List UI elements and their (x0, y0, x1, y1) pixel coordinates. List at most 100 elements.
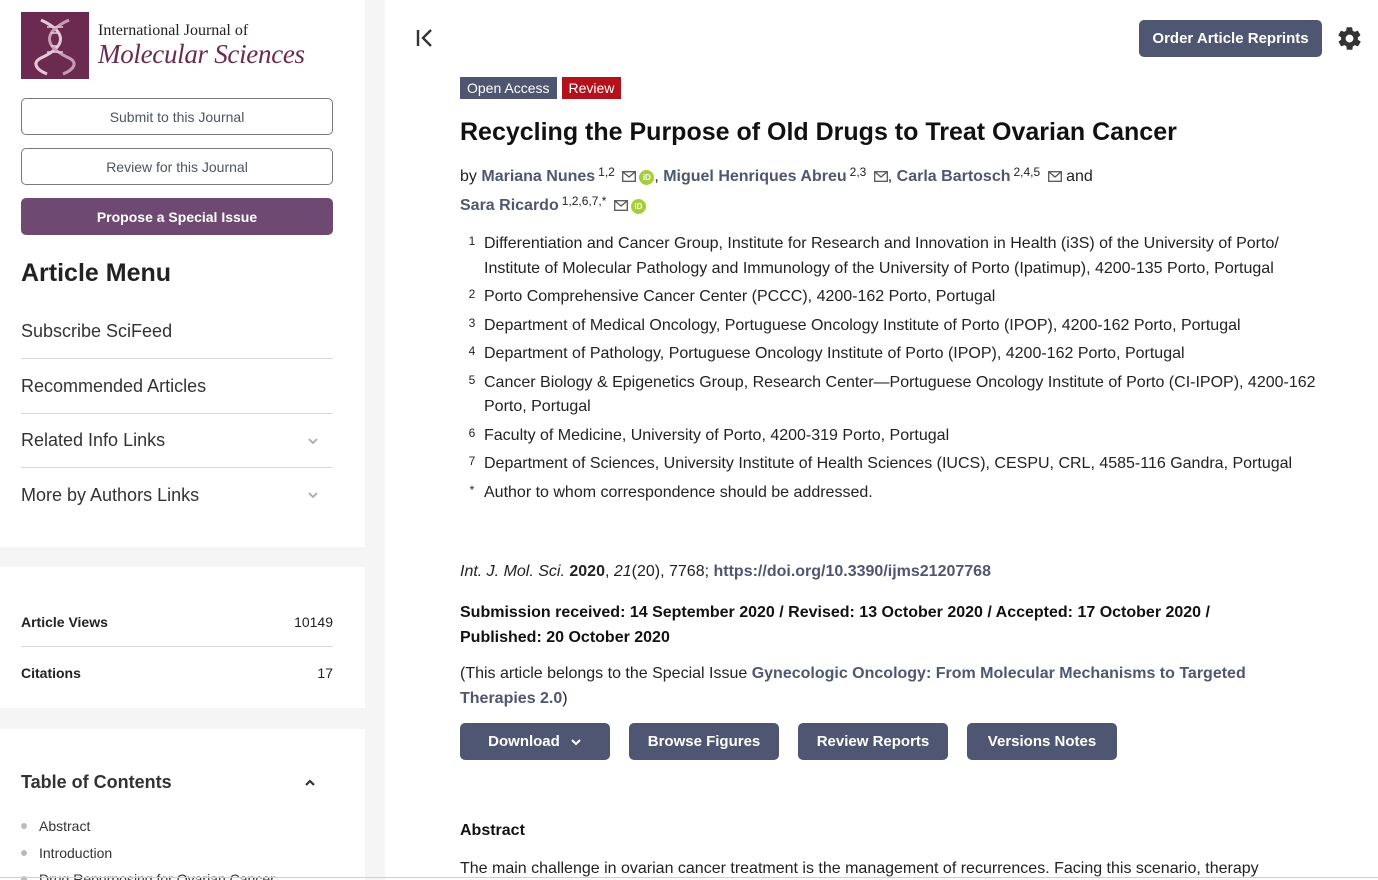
affiliation-number: * (469, 482, 475, 497)
affiliations-list: 1 Differentiation and Cancer Group, Insti… (460, 232, 1320, 509)
orcid-icon[interactable]: iD (630, 199, 646, 214)
menu-item-label: Subscribe SciFeed (21, 321, 173, 341)
affiliation-number: 1 (468, 234, 476, 248)
author-affil-sup: 1,2 (598, 165, 615, 179)
affiliation-item: 2 Porto Comprehensive Cancer Center (PCCC… (460, 285, 1320, 310)
download-button[interactable]: Download (460, 723, 610, 760)
special-issue-suffix: ) (562, 690, 568, 707)
citation-volume: 21 (613, 563, 632, 580)
affiliation-item: 5 Cancer Biology & Epigenetics Group, Res… (460, 371, 1320, 420)
chevron-up-icon[interactable] (302, 775, 318, 791)
menu-item-recommended-articles[interactable]: Recommended Articles (21, 360, 333, 414)
article-badges: Open Access Review (460, 77, 622, 99)
author-link-nunes[interactable]: Mariana Nunes (481, 168, 595, 185)
author-link-abreu[interactable]: Miguel Henriques Abreu (663, 168, 846, 185)
publication-dates: Submission received: 14 September 2020 /… (460, 604, 1210, 646)
download-label: Download (488, 733, 560, 750)
toc-item-label: Drug Repurposing for Ovarian Cancer (39, 871, 275, 880)
review-for-journal-button[interactable]: Review for this Journal (21, 148, 333, 185)
stat-value: 17 (317, 665, 333, 681)
mail-icon[interactable] (613, 200, 628, 211)
affiliation-item: 6 Faculty of Medicine, University of Port… (460, 424, 1320, 449)
logo-line1: International Journal of (98, 22, 249, 39)
author-link-ricardo[interactable]: Sara Ricardo (460, 197, 559, 214)
author-affil-sup: 1,2,6,7,* (561, 194, 607, 208)
affiliation-text: Department of Pathology, Portuguese Onco… (484, 345, 1185, 362)
affiliation-text: Cancer Biology & Epigenetics Group, Rese… (484, 373, 1316, 416)
affiliation-number: 6 (468, 425, 476, 440)
menu-item-more-by-authors-links[interactable]: More by Authors Links (21, 468, 333, 522)
menu-item-label: Recommended Articles (21, 376, 207, 396)
special-issue-note: (This article belongs to the Special Iss… (460, 661, 1320, 711)
affiliation-number: 5 (468, 372, 476, 387)
doi-link[interactable]: https://doi.org/10.3390/ijms21207768 (714, 563, 991, 580)
divider (0, 877, 1378, 878)
affiliation-text: Differentiation and Cancer Group, Instit… (484, 235, 1279, 277)
toc-title[interactable]: Table of Contents (21, 772, 172, 793)
gear-icon[interactable] (1336, 25, 1363, 52)
journal-logo[interactable]: International Journal of Molecular Scien… (21, 12, 321, 79)
affiliation-text: Faculty of Medicine, University of Porto… (484, 426, 950, 444)
mail-icon[interactable] (873, 171, 888, 182)
citation-line: Int. J. Mol. Sci. 2020, 21(20), 7768; ht… (460, 563, 991, 580)
abstract-text: The main challenge in ovarian cancer tre… (460, 860, 1259, 877)
logo-line2: Molecular Sciences (98, 39, 305, 69)
abstract-heading: Abstract (460, 822, 525, 839)
browse-figures-button[interactable]: Browse Figures (629, 723, 779, 760)
affiliation-text: Department of Sciences, University Insti… (484, 455, 1293, 472)
citation-issue-pages: (20), 7768; (631, 563, 710, 580)
affiliation-text: Department of Medical Oncology, Portugue… (484, 316, 1241, 334)
author-affil-sup: 2,3 (849, 165, 867, 179)
affiliation-text: Author to whom correspondence should be … (484, 483, 873, 501)
affiliation-item: 7 Department of Sciences, University Inst… (460, 452, 1320, 477)
review-reports-button[interactable]: Review Reports (798, 723, 948, 760)
stat-label: Citations (21, 665, 81, 681)
affiliation-number: 7 (468, 454, 476, 468)
affiliation-text: Porto Comprehensive Cancer Center (PCCC)… (484, 288, 996, 305)
collapse-sidebar-icon[interactable] (414, 27, 436, 49)
stat-label: Article Views (21, 614, 108, 630)
toc-item-introduction[interactable]: Introduction (21, 845, 112, 861)
affiliation-number: 3 (468, 315, 476, 330)
stat-value: 10149 (294, 614, 333, 630)
affiliation-item: 4 Department of Pathology, Portuguese Onc… (460, 342, 1320, 367)
toc-item-label: Abstract (39, 818, 91, 834)
open-access-badge[interactable]: Open Access (460, 77, 557, 99)
toc-item-drug-repurposing[interactable]: Drug Repurposing for Ovarian Cancer (21, 871, 275, 880)
article-menu-title: Article Menu (21, 259, 172, 287)
affiliation-item: 3 Department of Medical Oncology, Portugu… (460, 314, 1320, 339)
journal-abbrev: Int. J. Mol. Sci. (460, 563, 565, 580)
special-issue-prefix: (This article belongs to the Special Iss… (460, 665, 752, 682)
menu-item-subscribe-scifeed[interactable]: Subscribe SciFeed (21, 305, 333, 359)
propose-special-issue-button[interactable]: Propose a Special Issue (21, 198, 333, 235)
submit-to-journal-button[interactable]: Submit to this Journal (21, 98, 333, 135)
menu-item-label: Related Info Links (21, 430, 166, 450)
author-link-bartosch[interactable]: Carla Bartosch (897, 168, 1011, 185)
and-label: and (1066, 168, 1093, 185)
toc-item-abstract[interactable]: Abstract (21, 818, 90, 834)
mail-icon[interactable] (1047, 171, 1062, 182)
sidebar: International Journal of Molecular Scien… (0, 0, 385, 880)
table-of-contents-card: Table of Contents Abstract Introduction … (0, 729, 365, 880)
menu-item-related-info-links[interactable]: Related Info Links (21, 414, 333, 468)
bullet-icon (21, 850, 27, 856)
article-title: Recycling the Purpose of Old Drugs to Tr… (460, 118, 1177, 146)
article-actions: Download Browse Figures Review Reports V… (460, 723, 1117, 760)
affiliation-item: * Author to whom correspondence should be… (460, 481, 1320, 506)
affiliation-item: 1 Differentiation and Cancer Group, Insti… (460, 232, 1320, 281)
mail-icon[interactable] (622, 171, 637, 182)
orcid-icon[interactable]: iD (639, 170, 655, 185)
article-stats-card: Article Views 10149 Citations 17 (0, 567, 365, 708)
stat-article-views: Article Views 10149 (21, 614, 333, 630)
dna-logo-icon (21, 12, 89, 79)
chevron-down-icon (571, 738, 581, 745)
toc-item-label: Introduction (39, 845, 113, 861)
citation-year: 2020 (569, 563, 605, 580)
versions-notes-button[interactable]: Versions Notes (967, 723, 1117, 760)
author-affil-sup: 2,4,5 (1013, 165, 1041, 179)
authors-line: by Mariana Nunes 1,2 iD, Miguel Henriques… (460, 165, 1093, 214)
chevron-down-icon (308, 492, 318, 499)
chevron-down-icon (308, 437, 318, 444)
order-reprints-button[interactable]: Order Article Reprints (1139, 20, 1322, 57)
menu-item-label: More by Authors Links (21, 484, 200, 505)
